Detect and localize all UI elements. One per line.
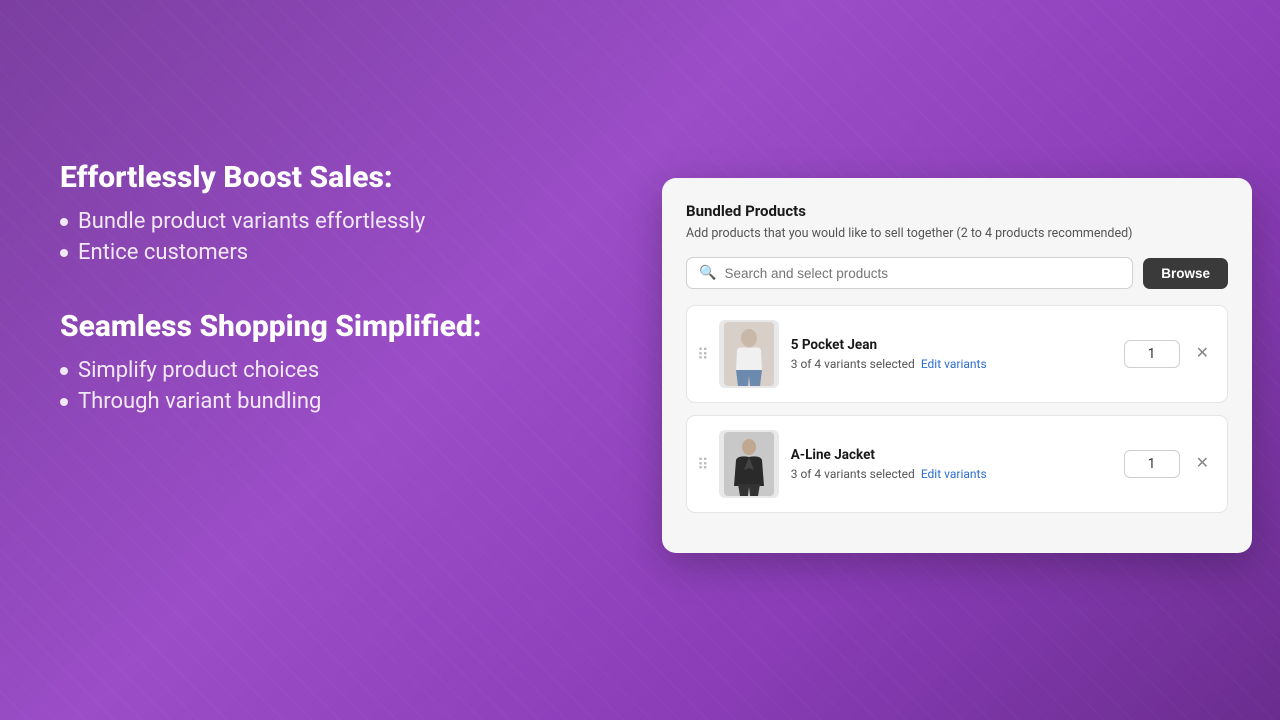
search-icon: 🔍 <box>699 265 716 281</box>
bullet-item: Entice customers <box>60 240 600 265</box>
drag-handle-icon[interactable]: ⠿ <box>697 455 707 474</box>
search-box[interactable]: 🔍 <box>686 257 1133 289</box>
product-card-1: ⠿ 5 Pocket Jean 3 of 4 variants selected… <box>686 305 1228 403</box>
bullet-dot-icon <box>60 398 68 406</box>
card-title: Bundled Products <box>686 202 1228 220</box>
drag-handle-icon[interactable]: ⠿ <box>697 345 707 364</box>
bullets-1: Bundle product variants effortlessly Ent… <box>60 209 600 265</box>
product-thumbnail-1 <box>719 320 779 388</box>
product-variants-2: 3 of 4 variants selected Edit variants <box>791 467 1112 481</box>
bullet-text: Entice customers <box>78 240 248 265</box>
bullet-text: Through variant bundling <box>78 389 321 414</box>
quantity-box-2[interactable]: 1 <box>1124 450 1180 478</box>
product-variants-1: 3 of 4 variants selected Edit variants <box>791 357 1112 371</box>
edit-variants-link-1[interactable]: Edit variants <box>921 357 987 371</box>
headline-2: Seamless Shopping Simplified: <box>60 309 600 344</box>
left-panel: Effortlessly Boost Sales: Bundle product… <box>60 160 600 458</box>
search-row: 🔍 Browse <box>686 257 1228 289</box>
bundled-products-card: Bundled Products Add products that you w… <box>662 178 1252 553</box>
bullet-item: Through variant bundling <box>60 389 600 414</box>
product-thumbnail-2 <box>719 430 779 498</box>
bullet-item: Bundle product variants effortlessly <box>60 209 600 234</box>
bullet-dot-icon <box>60 249 68 257</box>
bullet-item: Simplify product choices <box>60 358 600 383</box>
product-info-1: 5 Pocket Jean 3 of 4 variants selected E… <box>791 337 1112 371</box>
card-subtitle: Add products that you would like to sell… <box>686 226 1228 241</box>
product-card-2: ⠿ A-Line Jacket 3 of 4 variants selected… <box>686 415 1228 513</box>
remove-button-2[interactable]: ✕ <box>1192 452 1213 476</box>
variants-count-1: 3 of 4 variants selected <box>791 357 915 371</box>
bullet-dot-icon <box>60 218 68 226</box>
variants-count-2: 3 of 4 variants selected <box>791 467 915 481</box>
edit-variants-link-2[interactable]: Edit variants <box>921 467 987 481</box>
product-info-2: A-Line Jacket 3 of 4 variants selected E… <box>791 447 1112 481</box>
remove-button-1[interactable]: ✕ <box>1192 342 1213 366</box>
product-name-2: A-Line Jacket <box>791 447 1112 463</box>
bullet-text: Simplify product choices <box>78 358 319 383</box>
bullets-2: Simplify product choices Through variant… <box>60 358 600 414</box>
search-input[interactable] <box>724 266 1120 281</box>
browse-button[interactable]: Browse <box>1143 258 1228 289</box>
bullet-dot-icon <box>60 367 68 375</box>
quantity-box-1[interactable]: 1 <box>1124 340 1180 368</box>
product-name-1: 5 Pocket Jean <box>791 337 1112 353</box>
headline-1: Effortlessly Boost Sales: <box>60 160 600 195</box>
bullet-text: Bundle product variants effortlessly <box>78 209 425 234</box>
